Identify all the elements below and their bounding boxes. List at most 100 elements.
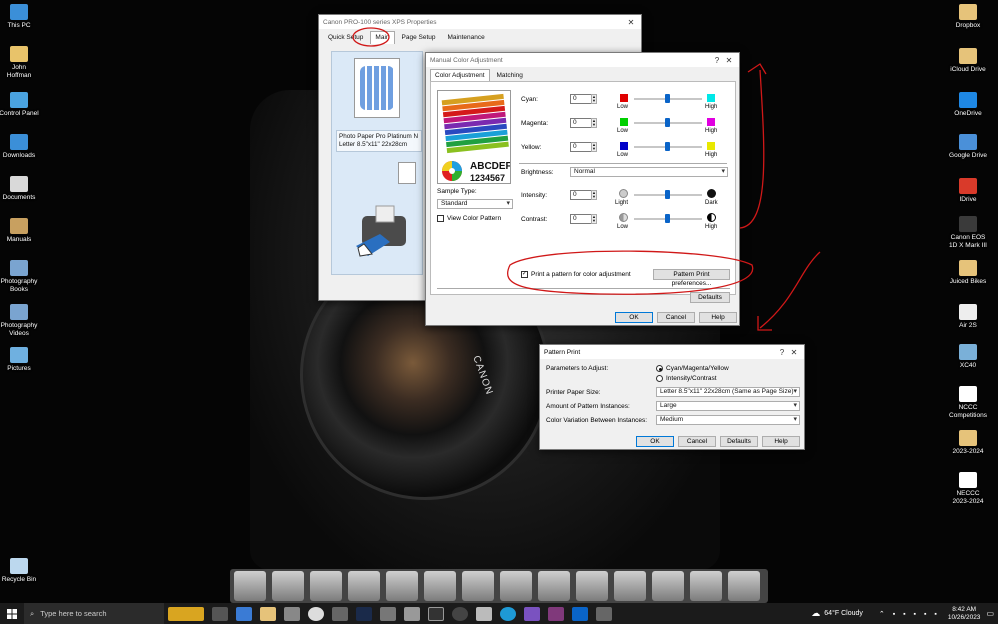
dock-camera-icon[interactable] <box>234 571 266 601</box>
printer-properties-titlebar[interactable]: Canon PRO-100 series XPS Properties ✕ <box>319 15 641 29</box>
taskbar-lightroom-icon[interactable] <box>356 606 372 621</box>
taskbar-music-icon[interactable] <box>452 606 468 621</box>
close-icon[interactable]: ✕ <box>788 348 800 357</box>
desktop-icon[interactable]: iCloud Drive <box>946 48 990 74</box>
desktop-icon[interactable]: Dropbox <box>946 4 990 30</box>
weather-text[interactable]: 64°F Cloudy <box>824 610 863 617</box>
dock-help-icon[interactable] <box>728 571 760 601</box>
dock-plane-icon[interactable] <box>538 571 570 601</box>
pattern-print-preferences-button[interactable]: Pattern Print preferences... <box>653 269 730 287</box>
clock[interactable]: 8:42 AM 10/26/2023 <box>948 606 981 622</box>
close-icon[interactable]: ✕ <box>723 56 735 65</box>
dock-photo-icon[interactable] <box>500 571 532 601</box>
notifications-icon[interactable]: ▭ <box>986 609 994 618</box>
taskbar-app-icon[interactable] <box>524 606 540 621</box>
intensity-contrast-radio[interactable] <box>656 375 663 382</box>
taskbar-calculator-icon[interactable] <box>236 606 252 621</box>
taskbar-app-icon[interactable] <box>380 606 396 621</box>
tray-icons[interactable]: ⌃ ▪ ▪ ▪ ▪ ▪ <box>879 610 940 618</box>
desktop-icon[interactable]: IDrive <box>946 178 990 204</box>
amount-select[interactable]: Large <box>656 401 800 411</box>
desktop-icon[interactable]: Control Panel <box>0 92 41 118</box>
dock-printer-icon[interactable] <box>576 571 608 601</box>
intensity-spinner[interactable]: ▲ ▼ <box>591 190 597 200</box>
desktop-icon[interactable]: Photography Books <box>0 260 41 293</box>
tab-main[interactable]: Main <box>370 31 395 44</box>
ok-button[interactable]: OK <box>636 436 674 447</box>
cyan-slider-thumb[interactable] <box>665 94 670 103</box>
dock-flash-icon[interactable] <box>310 571 342 601</box>
taskbar-app-icon[interactable] <box>308 606 324 621</box>
dock-globe-icon[interactable] <box>690 571 722 601</box>
contrast-spinner[interactable]: ▲ ▼ <box>591 214 597 224</box>
tab-page-setup[interactable]: Page Setup <box>397 31 441 44</box>
help-button[interactable]: Help <box>699 312 737 323</box>
dock-app-icon[interactable] <box>272 571 304 601</box>
taskbar-onenote-icon[interactable] <box>548 606 564 621</box>
contrast-slider-thumb[interactable] <box>665 214 670 223</box>
desktop-icon[interactable]: Documents <box>0 176 41 202</box>
cancel-button[interactable]: Cancel <box>678 436 716 447</box>
dock-monitor-icon[interactable] <box>386 571 418 601</box>
sample-type-select[interactable]: Standard <box>437 199 513 209</box>
defaults-button[interactable]: Defaults <box>690 292 730 303</box>
help-icon[interactable]: ? <box>776 348 788 357</box>
mca-titlebar[interactable]: Manual Color Adjustment ? ✕ <box>426 53 739 67</box>
print-pattern-checkbox[interactable]: ✓ <box>521 271 528 278</box>
cancel-button[interactable]: Cancel <box>657 312 695 323</box>
dock-display-icon[interactable] <box>424 571 456 601</box>
desktop-icon[interactable]: John Hoffman <box>0 46 41 79</box>
desktop-icon[interactable]: Pictures <box>0 347 41 373</box>
taskbar-app-icon[interactable] <box>428 606 444 621</box>
tab-quick-setup[interactable]: Quick Setup <box>323 31 368 44</box>
desktop-icon[interactable]: XC40 <box>946 344 990 370</box>
taskbar-widget-icon[interactable] <box>168 606 204 621</box>
brightness-select[interactable]: Normal <box>570 167 728 177</box>
defaults-button[interactable]: Defaults <box>720 436 758 447</box>
cyan-spinner[interactable]: ▲ ▼ <box>591 94 597 104</box>
help-button[interactable]: Help <box>762 436 800 447</box>
desktop-icon[interactable]: Photography Videos <box>0 304 41 337</box>
desktop-icon[interactable]: OneDrive <box>946 92 990 118</box>
variation-select[interactable]: Medium <box>656 415 800 425</box>
dock-ticket-icon[interactable] <box>652 571 684 601</box>
taskbar-printer-icon[interactable] <box>596 606 612 621</box>
view-color-pattern-checkbox[interactable] <box>437 215 444 222</box>
taskbar-explorer-icon[interactable] <box>260 606 276 621</box>
desktop-icon[interactable]: Manuals <box>0 218 41 244</box>
desktop-icon[interactable]: Air 2S <box>946 304 990 330</box>
taskbar-edge-icon[interactable] <box>500 606 516 621</box>
taskbar-outlook-icon[interactable] <box>572 606 588 621</box>
yellow-spinner[interactable]: ▲ ▼ <box>591 142 597 152</box>
tab-maintenance[interactable]: Maintenance <box>443 31 490 44</box>
start-icon[interactable] <box>0 603 24 624</box>
pattern-titlebar[interactable]: Pattern Print ? ✕ <box>540 345 804 359</box>
intensity-slider-thumb[interactable] <box>665 190 670 199</box>
dock-lock-icon[interactable] <box>614 571 646 601</box>
desktop-icon[interactable]: NECCC 2023-2024 <box>946 472 990 505</box>
taskbar-app-icon[interactable] <box>476 606 492 621</box>
taskbar-search[interactable]: ⌕ Type here to search <box>24 603 164 624</box>
taskbar-app-icon[interactable] <box>332 606 348 621</box>
dock-film-icon[interactable] <box>462 571 494 601</box>
desktop-icon[interactable]: Google Drive <box>946 134 990 160</box>
paper-size-select[interactable]: Letter 8.5"x11" 22x28cm (Same as Page Si… <box>656 387 800 397</box>
magenta-spinner[interactable]: ▲ ▼ <box>591 118 597 128</box>
ok-button[interactable]: OK <box>615 312 653 323</box>
desktop-icon[interactable]: Recycle Bin <box>0 558 41 584</box>
help-icon[interactable]: ? <box>711 56 723 65</box>
yellow-slider-thumb[interactable] <box>665 142 670 151</box>
desktop-icon[interactable]: Juiced Bikes <box>946 260 990 286</box>
taskbar-app-icon[interactable] <box>404 606 420 621</box>
cmy-radio[interactable] <box>656 365 663 372</box>
close-icon[interactable]: ✕ <box>625 18 637 27</box>
desktop-icon[interactable]: NCCC Competitions <box>946 386 990 419</box>
task-view-icon[interactable] <box>212 606 228 621</box>
taskbar-app-icon[interactable] <box>284 606 300 621</box>
desktop-icon[interactable]: 2023-2024 <box>946 430 990 456</box>
dock-books-icon[interactable] <box>348 571 380 601</box>
desktop-icon[interactable]: Downloads <box>0 134 41 160</box>
desktop-icon[interactable]: This PC <box>0 4 41 30</box>
desktop-icon[interactable]: Canon EOS 1D X Mark III <box>946 216 990 249</box>
magenta-slider-thumb[interactable] <box>665 118 670 127</box>
